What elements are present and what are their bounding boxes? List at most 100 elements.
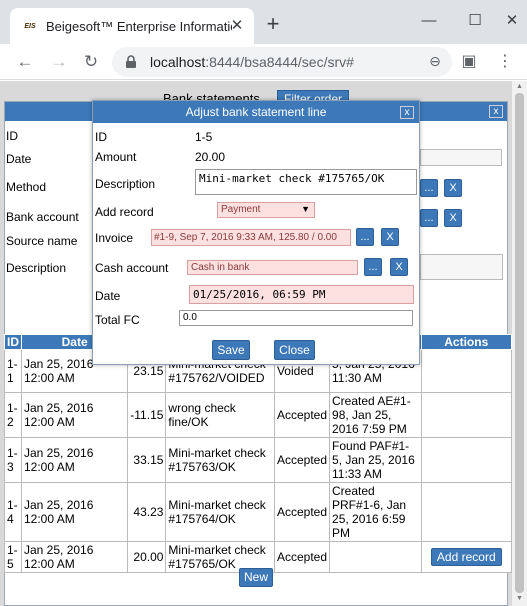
row-description: Mini-market check #175764/OK [165,482,275,542]
bank-account-pick-button[interactable]: ... [420,209,438,227]
method-clear-button[interactable]: X [444,179,462,197]
dialog-id-label: ID [95,130,107,144]
invoice-clear-button[interactable]: X [381,228,399,246]
table-row[interactable]: 1-2 Jan 25, 2016 12:00 AM -11.15 wrong c… [4,392,512,438]
panel-close-icon[interactable]: x [489,105,503,118]
method-pick-button[interactable]: ... [420,179,438,197]
tab-close-icon[interactable]: ✕ [228,17,246,35]
browser-tab[interactable]: EIS Beigesoft™ Enterprise Information ✕ [10,8,254,44]
row-id: 1-1 [4,349,22,393]
label-id: ID [6,129,18,143]
date-input-bg[interactable] [420,149,502,166]
dialog-description-label: Description [95,177,156,191]
row-result: Created PRF#1-6, Jan 25, 2016 6:59 PM [329,482,422,542]
row-result: Found PAF#1-5, Jan 25, 2016 11:33 AM [329,437,422,483]
total-fc-input[interactable]: 0.0 [179,310,413,326]
menu-icon[interactable]: ⋮ [494,51,516,73]
scroll-down-icon[interactable]: ▼ [515,595,524,603]
save-button[interactable]: Save [212,340,250,360]
forward-icon[interactable]: → [46,49,72,75]
minimize-icon[interactable]: — [417,10,441,34]
chevron-down-icon: ▼ [301,204,310,214]
close-button[interactable]: Close [274,340,315,360]
reload-icon[interactable]: ↻ [78,49,104,75]
cash-account-clear-button[interactable]: X [390,258,408,276]
browser-tab-bar: EIS Beigesoft™ Enterprise Information ✕ … [0,0,527,44]
dialog-cash-account-label: Cash account [95,261,169,275]
maximize-icon[interactable]: ☐ [463,10,487,34]
row-id: 1-4 [4,482,22,542]
row-id: 1-2 [4,392,22,438]
new-button[interactable]: New [239,568,273,587]
extension-icon[interactable]: ▣ [458,51,480,73]
row-date: Jan 25, 2016 12:00 AM [20,541,129,573]
dialog-header: Adjust bank statement line x [93,101,419,123]
row-id: 1-5 [4,541,22,573]
label-bank-account: Bank account [6,210,79,224]
col-id: ID [4,334,22,350]
row-actions [420,437,512,483]
row-actions [420,482,512,542]
row-actions [420,349,512,393]
row-amount: 43.23 [127,482,167,542]
row-date: Jan 25, 2016 12:00 AM [20,392,129,438]
page-scrollbar[interactable]: ▲ ▼ [512,81,527,606]
description-textarea-bg[interactable] [420,254,503,280]
dialog-title: Adjust bank statement line [185,105,327,119]
back-icon[interactable]: ← [12,49,38,75]
label-date: Date [6,152,32,166]
row-description: wrong check fine/OK [165,392,275,438]
row-date: Jan 25, 2016 12:00 AM [20,437,129,483]
dialog-amount-label: Amount [95,150,137,164]
browser-toolbar: ← → ↻ localhost:8444/bsa8444/sec/srv# ⊖ … [0,44,527,80]
row-id: 1-3 [4,437,22,483]
statement-lines-table: ID Date Actions 1-1 Jan 25, 2016 12:00 A… [4,334,512,573]
add-record-select[interactable]: Payment ▼ [217,202,315,218]
dialog-add-record-label: Add record [95,205,154,219]
favicon-icon: EIS [24,22,36,30]
lock-icon [126,55,136,68]
col-actions: Actions [420,334,512,350]
label-source-name: Source name [6,234,78,248]
label-method: Method [6,180,47,194]
label-description: Description [6,261,67,275]
dialog-date-label: Date [95,289,121,303]
invoice-input[interactable]: #1-9, Sep 7, 2016 9:33 AM, 125.80 / 0.00 [151,229,351,246]
scroll-thumb[interactable] [515,93,524,593]
row-result [329,541,422,573]
row-result: Created AE#1-98, Jan 25, 2016 7:59 PM [329,392,422,438]
row-status: Accepted [273,392,331,438]
table-row[interactable]: 1-4 Jan 25, 2016 12:00 AM 43.23 Mini-mar… [4,482,512,542]
add-record-button[interactable]: Add record [430,548,502,566]
row-status: Accepted [273,541,331,573]
window-close-icon[interactable]: ✕ [500,10,524,34]
cash-account-input[interactable]: Cash in bank [187,260,358,275]
new-tab-icon[interactable]: + [262,13,284,36]
dialog-close-icon[interactable]: x [400,106,414,119]
invoice-pick-button[interactable]: ... [356,228,374,246]
tab-title: Beigesoft™ Enterprise Information [46,18,232,34]
row-amount: 33.15 [127,437,167,483]
row-status: Accepted [273,482,331,542]
url-text: localhost:8444/bsa8444/sec/srv# [150,54,354,70]
adjust-line-dialog: Adjust bank statement line x ID 1-5 Amou… [92,100,420,365]
row-actions: Add record [420,541,512,573]
row-status: Accepted [273,437,331,483]
dialog-amount-value: 20.00 [195,150,226,164]
scroll-up-icon[interactable]: ▲ [515,83,524,91]
dialog-total-fc-label: Total FC [95,313,140,327]
row-actions [420,392,512,438]
row-description: Mini-market check #175763/OK [165,437,275,483]
description-textarea[interactable]: Mini-market check #175765/OK [195,169,417,195]
add-record-selected: Payment [221,204,261,215]
row-amount: 20.00 [127,541,167,573]
cash-account-pick-button[interactable]: ... [364,258,382,276]
address-bar[interactable]: localhost:8444/bsa8444/sec/srv# ⊖ [112,47,452,77]
date-input[interactable]: 01/25/2016, 06:59 PM [189,285,414,304]
bank-account-clear-button[interactable]: X [444,209,462,227]
table-row[interactable]: 1-3 Jan 25, 2016 12:00 AM 33.15 Mini-mar… [4,437,512,483]
zoom-icon[interactable]: ⊖ [426,53,444,71]
row-date: Jan 25, 2016 12:00 AM [20,482,129,542]
dialog-invoice-label: Invoice [95,231,134,245]
dialog-id-value: 1-5 [195,130,213,144]
